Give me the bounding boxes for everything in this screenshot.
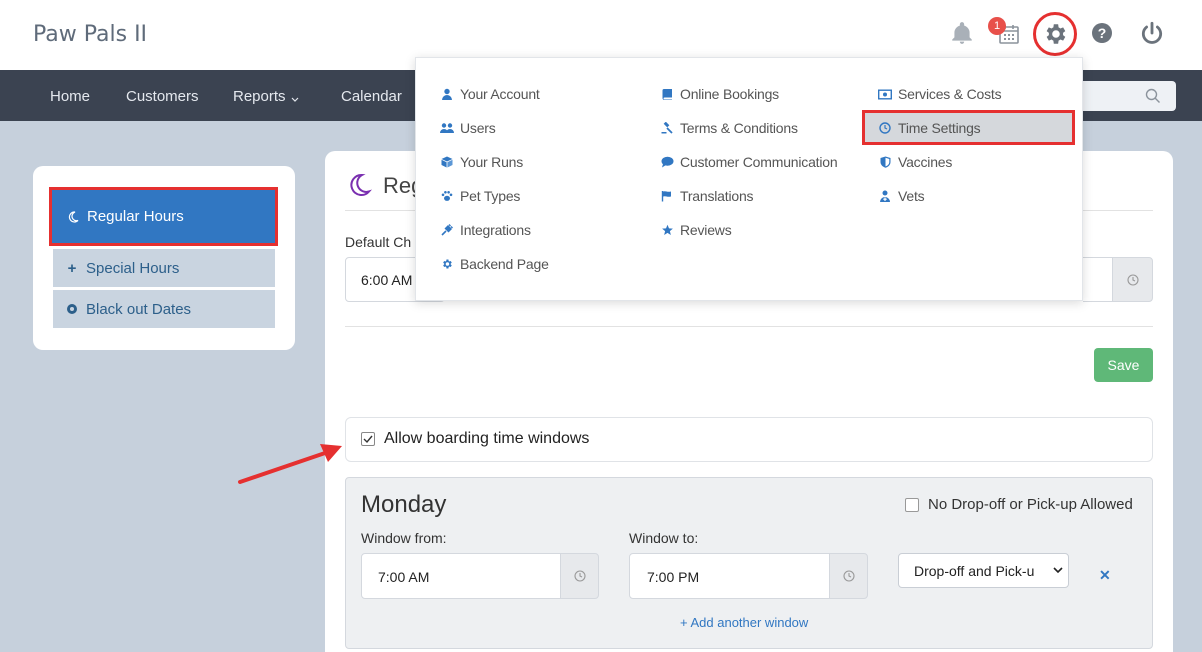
nav-home[interactable]: Home	[50, 88, 90, 105]
menu-item-label: Your Account	[460, 86, 540, 102]
svg-text:?: ?	[1098, 25, 1107, 41]
menu-item-pet-types[interactable]: Pet Types	[440, 188, 520, 204]
window-from-label: Window from:	[361, 530, 447, 546]
add-window-link[interactable]: + Add another window	[680, 615, 808, 630]
plug-icon	[440, 223, 454, 237]
menu-item-customer-communication[interactable]: Customer Communication	[660, 154, 838, 170]
menu-item-label: Customer Communication	[680, 154, 838, 170]
notification-badge: 1	[988, 17, 1006, 35]
remove-window-icon[interactable]: ✕	[1099, 567, 1111, 584]
menu-item-translations[interactable]: Translations	[660, 188, 754, 204]
divider	[345, 326, 1153, 327]
menu-item-terms[interactable]: Terms & Conditions	[660, 120, 798, 136]
clock-icon[interactable]	[1112, 257, 1153, 302]
window-type-select[interactable]: Drop-off and Pick-u	[898, 553, 1069, 588]
power-icon[interactable]	[1139, 20, 1165, 46]
menu-item-label: Online Bookings	[680, 86, 779, 102]
moon-icon	[67, 210, 79, 223]
menu-item-label: Integrations	[460, 222, 531, 238]
allow-windows-label: Allow boarding time windows	[384, 430, 590, 447]
sidebar-item-regular-hours[interactable]: Regular Hours	[49, 187, 278, 246]
help-icon[interactable]: ?	[1089, 20, 1115, 46]
cube-icon	[440, 155, 454, 169]
sidebar-item-blackout-dates[interactable]: Black out Dates	[53, 290, 275, 328]
menu-item-label: Reviews	[680, 222, 732, 238]
menu-item-users[interactable]: Users	[440, 120, 496, 136]
menu-item-your-runs[interactable]: Your Runs	[440, 154, 523, 170]
annotation-arrow-icon	[236, 440, 346, 495]
users-icon	[440, 121, 454, 135]
clock-icon[interactable]	[560, 553, 599, 599]
menu-item-vets[interactable]: Vets	[878, 188, 925, 204]
user-icon	[440, 87, 454, 101]
shield-icon	[878, 155, 892, 169]
gear-icon[interactable]	[1042, 21, 1068, 47]
menu-item-backend-page[interactable]: Backend Page	[440, 256, 549, 272]
sidebar-item-label: Special Hours	[86, 259, 180, 277]
chevron-down-icon	[290, 92, 300, 110]
menu-item-label: Translations	[680, 188, 754, 204]
cog-icon	[440, 257, 454, 271]
default-time-value: 6:00 AM	[361, 272, 413, 288]
book-icon	[660, 87, 674, 101]
menu-item-label: Terms & Conditions	[680, 120, 798, 136]
menu-item-reviews[interactable]: Reviews	[660, 222, 732, 238]
no-drop-checkbox[interactable]	[905, 498, 919, 512]
app-title[interactable]: Paw Pals II	[33, 22, 147, 47]
menu-item-label: Time Settings	[898, 120, 981, 136]
clock-icon	[878, 121, 892, 135]
sidebar-item-label: Regular Hours	[87, 208, 184, 225]
money-icon	[878, 87, 892, 101]
menu-item-vaccines[interactable]: Vaccines	[878, 154, 952, 170]
plus-icon: +	[67, 259, 77, 277]
nav-calendar[interactable]: Calendar	[341, 88, 402, 105]
comment-icon	[660, 155, 674, 169]
day-title: Monday	[361, 491, 447, 518]
menu-item-label: Pet Types	[460, 188, 521, 204]
menu-item-label: Backend Page	[460, 256, 549, 272]
nav-reports[interactable]: Reports	[233, 88, 286, 105]
search-input[interactable]	[1080, 81, 1176, 111]
flag-icon	[660, 189, 674, 203]
gavel-icon	[660, 121, 674, 135]
menu-item-label: Vets	[898, 188, 925, 204]
menu-item-your-account[interactable]: Your Account	[440, 86, 540, 102]
window-to-value: 7:00 PM	[647, 569, 700, 585]
no-drop-label: No Drop-off or Pick-up Allowed	[928, 496, 1133, 513]
default-time-input-end[interactable]	[1083, 257, 1113, 302]
window-from-value: 7:00 AM	[378, 569, 430, 585]
menu-item-label: Users	[460, 120, 496, 136]
sidebar-item-special-hours[interactable]: + Special Hours	[53, 249, 275, 287]
circle-dot-icon	[66, 303, 78, 315]
window-to-label: Window to:	[629, 530, 699, 546]
clock-icon[interactable]	[829, 553, 868, 599]
sidebar-item-label: Black out Dates	[86, 300, 192, 318]
star-icon	[660, 223, 674, 237]
menu-item-label: Services & Costs	[898, 86, 1002, 102]
menu-item-label: Vaccines	[898, 154, 953, 170]
doctor-icon	[878, 189, 892, 203]
bell-icon[interactable]	[949, 20, 975, 46]
menu-item-time-settings[interactable]: Time Settings	[878, 120, 981, 136]
menu-item-services-costs[interactable]: Services & Costs	[878, 86, 1002, 102]
menu-item-online-bookings[interactable]: Online Bookings	[660, 86, 779, 102]
paw-icon	[440, 189, 454, 203]
chevron-down-icon	[1052, 563, 1064, 581]
allow-windows-checkbox[interactable]	[361, 432, 375, 446]
default-label: Default Ch	[345, 234, 412, 250]
nav-customers[interactable]: Customers	[126, 88, 199, 105]
save-button[interactable]: Save	[1094, 348, 1153, 382]
menu-item-integrations[interactable]: Integrations	[440, 222, 531, 238]
search-icon[interactable]	[1145, 88, 1161, 109]
menu-item-label: Your Runs	[460, 154, 524, 170]
moon-icon	[346, 172, 373, 203]
